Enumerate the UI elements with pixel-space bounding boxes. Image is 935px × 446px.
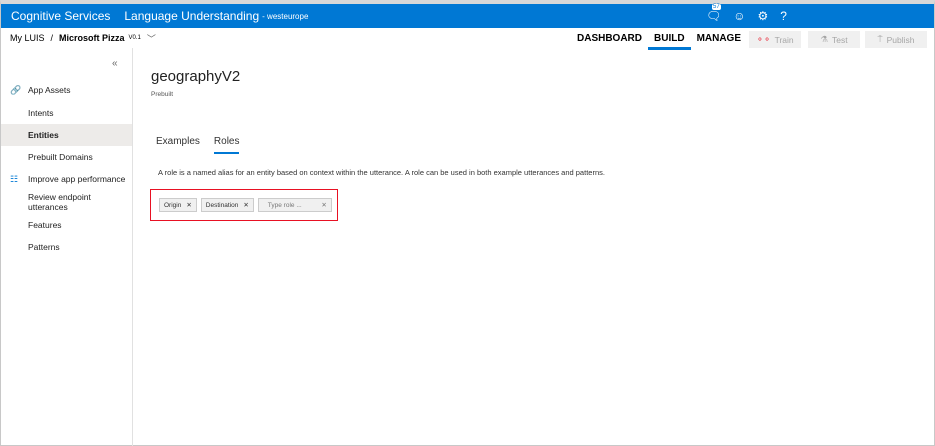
tab-build[interactable]: BUILD: [648, 28, 691, 50]
test-label: Test: [832, 34, 848, 45]
flask-icon: ⚗: [820, 34, 829, 44]
notifications-icon[interactable]: 🗨 57: [706, 4, 721, 23]
sidebar-item-app-assets[interactable]: 🔗 App Assets: [1, 79, 132, 101]
main-nav: DASHBOARD BUILD MANAGE: [571, 28, 747, 50]
roles-description: A role is a named alias for an entity ba…: [158, 168, 605, 177]
notification-count: 57: [712, 4, 721, 10]
tab-examples[interactable]: Examples: [156, 136, 200, 154]
top-bar: Cognitive Services Language Understandin…: [1, 4, 934, 28]
role-tag-origin: Origin ✕: [159, 198, 197, 212]
region: - westeurope: [262, 11, 309, 21]
gear-icon[interactable]: ⚙: [758, 9, 769, 23]
link-icon: 🔗: [10, 84, 22, 95]
entity-tabs: Examples Roles: [156, 136, 240, 154]
entity-title: geographyV2: [151, 68, 241, 85]
clear-icon[interactable]: ✕: [321, 201, 326, 209]
chevron-down-icon[interactable]: ﹀: [147, 32, 156, 45]
train-button[interactable]: ⚬⚬ Train: [749, 31, 801, 48]
role-label: Origin: [164, 201, 182, 209]
sidebar-item-label: Review endpoint utterances: [28, 192, 91, 212]
sidebar-item-entities[interactable]: Entities: [1, 124, 132, 146]
sidebar-item-label: Entities: [28, 130, 59, 140]
collapse-sidebar-icon[interactable]: «: [112, 58, 118, 69]
app-version: V0.1: [128, 35, 141, 41]
breadcrumb-app[interactable]: Microsoft Pizza: [59, 33, 125, 43]
help-icon[interactable]: ?: [780, 9, 787, 23]
sidebar: « 🔗 App Assets Intents Entities Prebuilt …: [1, 48, 133, 446]
test-button[interactable]: ⚗ Test: [808, 31, 860, 48]
role-label: Destination: [205, 201, 239, 209]
publish-icon: ⍑: [877, 34, 883, 44]
tab-manage[interactable]: MANAGE: [691, 28, 747, 50]
close-icon[interactable]: ✕: [243, 201, 248, 209]
product-name[interactable]: Language Understanding: [124, 9, 259, 23]
breadcrumb-separator: /: [50, 33, 54, 43]
publish-label: Publish: [886, 34, 915, 45]
sidebar-item-label: Prebuilt Domains: [28, 152, 93, 162]
sidebar-item-features[interactable]: Features: [1, 214, 132, 236]
entity-type: Prebuilt: [151, 91, 174, 98]
sidebar-item-label: Improve app performance: [28, 174, 126, 184]
brand[interactable]: Cognitive Services: [11, 9, 110, 23]
close-icon[interactable]: ✕: [186, 201, 191, 209]
sliders-icon: ☷: [10, 173, 19, 184]
sidebar-item-label: Features: [28, 220, 62, 230]
sidebar-item-prebuilt-domains[interactable]: Prebuilt Domains: [1, 146, 132, 168]
role-input[interactable]: Type role ... ✕: [257, 198, 332, 212]
train-icon: ⚬⚬: [756, 34, 771, 44]
role-tag-destination: Destination ✕: [200, 198, 254, 212]
sidebar-item-label: Intents: [28, 108, 54, 118]
publish-button[interactable]: ⍑ Publish: [865, 31, 927, 48]
sidebar-item-intents[interactable]: Intents: [1, 102, 132, 124]
breadcrumb-my-luis[interactable]: My LUIS: [10, 33, 45, 43]
sidebar-item-patterns[interactable]: Patterns: [1, 236, 132, 258]
sidebar-item-review-endpoint-utterances[interactable]: Review endpoint utterances: [1, 191, 132, 213]
train-label: Train: [774, 34, 794, 45]
feedback-smiley-icon[interactable]: ☺: [733, 9, 745, 23]
roles-box: Origin ✕ Destination ✕ Type role ... ✕: [150, 189, 338, 221]
tab-roles[interactable]: Roles: [213, 136, 240, 154]
sidebar-item-improve-app-performance[interactable]: ☷ Improve app performance: [1, 168, 132, 190]
tab-dashboard[interactable]: DASHBOARD: [571, 28, 648, 50]
sidebar-item-label: App Assets: [28, 85, 71, 95]
sidebar-item-label: Patterns: [28, 242, 60, 252]
role-input-placeholder: Type role ...: [267, 201, 302, 209]
